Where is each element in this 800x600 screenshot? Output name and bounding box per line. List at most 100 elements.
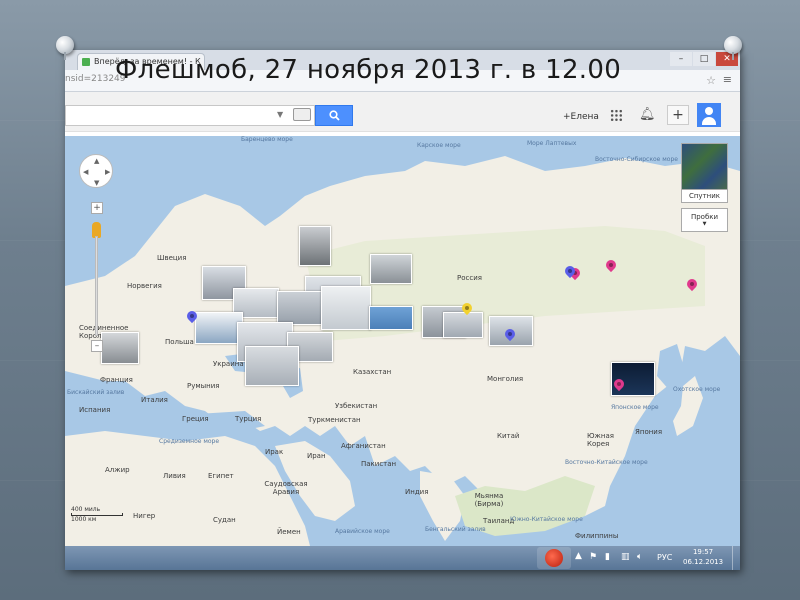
avatar[interactable] — [697, 103, 721, 127]
map-marker-blue[interactable] — [505, 329, 515, 343]
clock-time: 19:57 — [692, 548, 714, 556]
taskbar: ▲ ⚑ ▮ ▥ 🔈︎ РУС 19:57 06.12.2013 — [65, 546, 740, 570]
pan-up-icon[interactable]: ▲ — [94, 157, 99, 165]
pan-control[interactable]: ▲ ▼ ◀ ▶ — [79, 154, 113, 188]
photo-thumbnail[interactable] — [369, 306, 413, 330]
label-egypt: Египет — [208, 472, 234, 480]
label-arabian-sea: Аравийское море — [335, 528, 390, 535]
search-icon — [329, 110, 340, 121]
label-afghanistan: Афганистан — [341, 442, 386, 450]
pushpin-left-icon — [56, 36, 74, 60]
scale-miles: 400 миль — [71, 506, 101, 513]
label-iran: Иран — [307, 452, 326, 460]
map-marker-blue[interactable] — [187, 311, 197, 325]
label-spain: Испания — [79, 406, 111, 414]
label-greece: Греция — [182, 415, 209, 423]
keyboard-icon[interactable] — [293, 108, 311, 121]
notifications-bell-icon[interactable]: 🔔︎ — [639, 107, 656, 122]
search-dropdown-icon[interactable]: ▼ — [277, 110, 283, 119]
label-mongolia: Монголия — [487, 375, 524, 383]
label-france: Франция — [100, 376, 133, 384]
satellite-preview[interactable] — [681, 143, 728, 191]
label-biscay: Бискайский залив — [67, 389, 125, 396]
search-button[interactable] — [315, 105, 353, 126]
browser-screenshot: Вперёд, за временем! - К – □ ✕ nsid=2132… — [65, 50, 740, 570]
flag-icon[interactable]: ⚑ — [589, 552, 599, 562]
tray-expand-icon[interactable]: ▲ — [575, 551, 582, 561]
menu-icon[interactable]: ≡ — [723, 73, 732, 86]
photo-thumbnail[interactable] — [299, 226, 331, 266]
user-link[interactable]: +Елена — [563, 112, 599, 122]
start-button[interactable] — [537, 547, 571, 569]
label-japan: Япония — [635, 428, 663, 436]
volume-icon[interactable]: 🔈︎ — [637, 552, 647, 562]
label-algeria: Алжир — [105, 466, 130, 474]
label-south-korea: Южная Корея — [587, 432, 614, 448]
zoom-in-button[interactable]: + — [91, 202, 103, 214]
start-orb-icon — [545, 549, 563, 567]
satellite-button[interactable]: Спутник — [681, 189, 728, 203]
battery-icon[interactable]: ▮ — [605, 552, 615, 562]
bookmark-star-icon[interactable]: ☆ — [706, 74, 716, 87]
share-plus-button[interactable]: + — [667, 105, 689, 125]
photo-thumbnail[interactable] — [245, 346, 299, 386]
label-bengal-bay: Бенгальский залив — [425, 526, 486, 533]
traffic-dropdown-icon: ▼ — [702, 221, 707, 227]
zoom-slider[interactable] — [95, 236, 98, 336]
label-niger: Нигер — [133, 512, 156, 520]
photo-thumbnail[interactable] — [321, 286, 371, 330]
label-poland: Польша — [165, 338, 194, 346]
google-bar: ▼ +Елена 🔔︎ + — [65, 92, 740, 132]
zoom-out-button[interactable]: – — [91, 340, 103, 352]
language-indicator[interactable]: РУС — [657, 553, 672, 562]
close-button[interactable]: ✕ — [716, 52, 738, 66]
label-pakistan: Пакистан — [361, 460, 397, 468]
label-china: Китай — [497, 432, 520, 440]
map-marker-pink[interactable] — [614, 379, 624, 393]
label-romania: Румыния — [187, 382, 220, 390]
traffic-button[interactable]: Пробки ▼ — [681, 208, 728, 232]
pushpin-right-icon — [724, 36, 742, 60]
map-marker-pink[interactable] — [687, 279, 697, 293]
pan-down-icon[interactable]: ▼ — [94, 179, 99, 187]
label-saudi: Саудовская Аравия — [264, 480, 308, 496]
label-iraq: Ирак — [265, 448, 284, 456]
scale-km: 1000 км — [71, 516, 97, 523]
pan-left-icon[interactable]: ◀ — [83, 168, 88, 176]
label-uzbekistan: Узбекистан — [335, 402, 378, 410]
label-mediterranean: Средиземное море — [159, 438, 220, 445]
window-controls: – □ ✕ — [670, 52, 738, 66]
label-east-siberian-sea: Восточно-Сибирское море — [595, 156, 678, 163]
photo-thumbnail[interactable] — [277, 291, 325, 325]
label-norway: Норвегия — [127, 282, 162, 290]
map-marker-yellow[interactable] — [462, 303, 472, 317]
maximize-button[interactable]: □ — [693, 52, 715, 66]
label-east-china-sea: Восточно-Китайское море — [565, 459, 648, 466]
clock[interactable]: 19:57 06.12.2013 — [683, 547, 723, 567]
network-icon[interactable]: ▥ — [621, 552, 631, 562]
apps-grid-icon[interactable] — [610, 109, 623, 122]
map-marker-blue[interactable] — [565, 266, 575, 280]
pan-right-icon[interactable]: ▶ — [105, 168, 110, 176]
photo-thumbnail[interactable] — [370, 254, 412, 284]
label-libya: Ливия — [163, 472, 186, 480]
label-south-china-sea: Южно-Китайское море — [510, 516, 583, 523]
show-desktop-button[interactable] — [732, 546, 740, 570]
label-russia: Россия — [457, 274, 482, 282]
scale-bar: 400 миль 1000 км — [71, 506, 123, 523]
label-myanmar: Мьянма (Бирма) — [474, 492, 504, 508]
traffic-label: Пробки — [690, 213, 719, 221]
photo-thumbnail[interactable] — [195, 312, 243, 344]
label-kazakhstan: Казахстан — [353, 368, 392, 376]
map-marker-pink[interactable] — [606, 260, 616, 274]
map-canvas[interactable]: Швеция Норвегия Россия Польша Украина Со… — [65, 136, 740, 546]
favicon-icon — [82, 58, 90, 66]
label-japan-sea: Японское море — [611, 404, 659, 411]
label-turkey: Турция — [235, 415, 262, 423]
label-turkmenistan: Туркменистан — [308, 416, 361, 424]
label-india: Индия — [405, 488, 429, 496]
label-sweden: Швеция — [157, 254, 187, 262]
minimize-button[interactable]: – — [670, 52, 692, 66]
label-yemen: Йемен — [277, 528, 301, 536]
photo-thumbnail[interactable] — [101, 332, 139, 364]
